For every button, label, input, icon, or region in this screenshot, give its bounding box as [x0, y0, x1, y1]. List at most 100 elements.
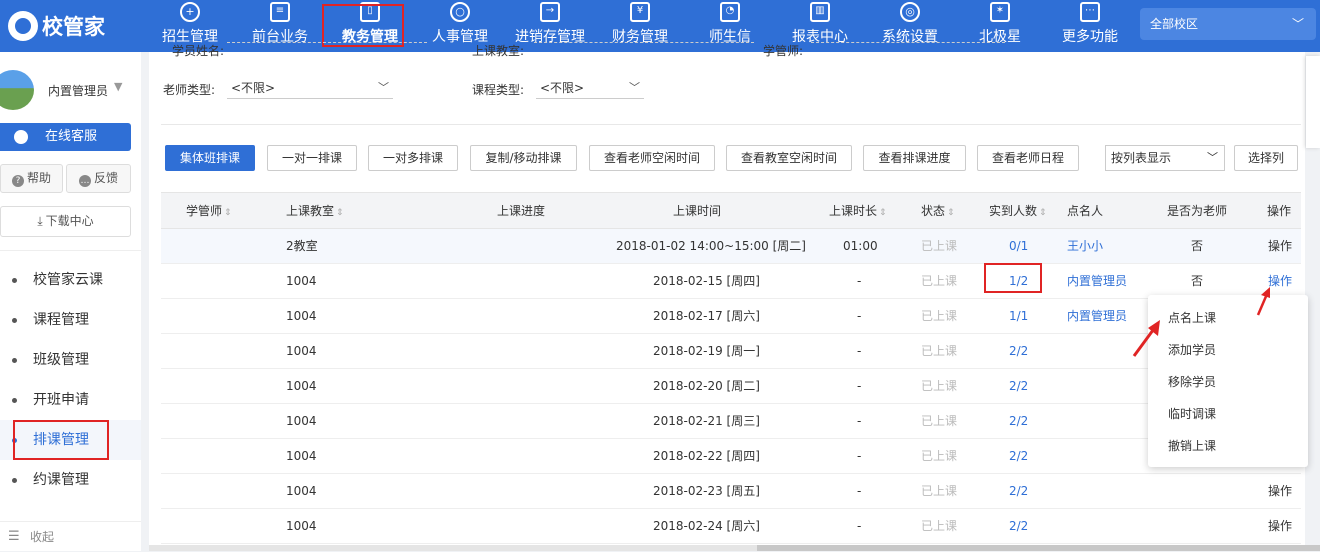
- scrollbar-thumb[interactable]: [757, 545, 1320, 551]
- table-row[interactable]: 2教室 2018-01-02 14:00~15:00 [周二] 01:00 已上课 0/…: [161, 229, 1301, 264]
- cell-attendance[interactable]: 2/2: [1009, 404, 1028, 439]
- divider: [161, 124, 1301, 125]
- sidebar-menu-item[interactable]: 课程管理: [0, 300, 141, 340]
- cell-action-button[interactable]: 操作: [1268, 474, 1292, 509]
- download-label: 下载中心: [45, 214, 94, 228]
- cell-classroom: 1004: [286, 344, 317, 358]
- sort-icon[interactable]: ⇕: [879, 208, 887, 218]
- action-menu-item[interactable]: 添加学员: [1148, 334, 1308, 366]
- teacher-type-select[interactable]: <不限> ﹀: [227, 77, 393, 99]
- user-profile[interactable]: 内置管理员 ▼: [0, 70, 141, 110]
- table-row[interactable]: 1004 2018-02-20 [周二] - 已上课 2/2: [161, 369, 1301, 404]
- cell-duration: -: [857, 519, 862, 533]
- cell-attendance[interactable]: 2/2: [1009, 509, 1028, 544]
- sidebar-menu-label: 班级管理: [33, 352, 89, 368]
- cell-class-time: 2018-02-24 [周六]: [653, 519, 760, 533]
- cell-attendance[interactable]: 2/2: [1009, 334, 1028, 369]
- bullet-icon: [12, 318, 17, 323]
- action-menu-item[interactable]: 临时调课: [1148, 398, 1308, 430]
- cell-class-time: 2018-02-17 [周六]: [653, 309, 760, 323]
- toolbar-button[interactable]: 一对一排课: [267, 145, 357, 171]
- cell-classroom: 1004: [286, 414, 317, 428]
- cell-attendance[interactable]: 0/1: [1009, 229, 1028, 264]
- cell-class-time: 2018-02-21 [周三]: [653, 414, 760, 428]
- table-row[interactable]: 1004 2018-02-22 [周四] - 已上课 2/2: [161, 439, 1301, 474]
- sort-icon[interactable]: ⇕: [947, 208, 955, 218]
- table-row[interactable]: 1004 2018-02-15 [周四] - 已上课 1/2 内置管理员否操作: [161, 264, 1301, 299]
- cell-attendance[interactable]: 1/1: [1009, 299, 1028, 334]
- view-mode-select[interactable]: 按列表显示 ﹀: [1105, 145, 1225, 171]
- filter-classroom-label: 上课教室:: [472, 44, 525, 58]
- toolbar-button[interactable]: 查看教室空闲时间: [726, 145, 852, 171]
- cell-action-button[interactable]: 操作: [1268, 229, 1292, 264]
- action-menu-item[interactable]: 点名上课: [1148, 302, 1308, 334]
- cell-class-time: 2018-02-23 [周五]: [653, 484, 760, 498]
- choose-columns-button[interactable]: 选择列: [1234, 145, 1298, 171]
- help-button[interactable]: ? 帮助: [0, 164, 63, 193]
- cell-attendance[interactable]: 2/2: [1009, 369, 1028, 404]
- cell-caller[interactable]: 内置管理员: [1067, 299, 1127, 334]
- table-row[interactable]: 1004 2018-02-24 [周六] - 已上课 2/2 操作: [161, 509, 1301, 544]
- cell-duration: -: [857, 449, 862, 463]
- cell-caller[interactable]: 王小小: [1067, 229, 1103, 264]
- download-center-button[interactable]: ⤓ 下载中心: [0, 206, 131, 237]
- cell-action-button[interactable]: 操作: [1268, 509, 1292, 544]
- sidebar-menu-label: 约课管理: [33, 472, 89, 488]
- column-header-label: 操作: [1267, 204, 1292, 218]
- toolbar-button[interactable]: 查看排课进度: [863, 145, 966, 171]
- course-type-select[interactable]: <不限> ﹀: [536, 77, 644, 99]
- table-header: 学管师 ⇕ 上课教室 ⇕ 上课进度 上课时间 上课时长 ⇕ 状态 ⇕ 实到人数 ⇕ 点名人 是否为老师 操作: [161, 192, 1301, 229]
- sidebar-menu-item[interactable]: 班级管理: [0, 340, 141, 380]
- teacher-type-value: <不限>: [231, 81, 276, 95]
- table-row[interactable]: 1004 2018-02-23 [周五] - 已上课 2/2 操作: [161, 474, 1301, 509]
- action-menu-item[interactable]: 撤销上课: [1148, 430, 1308, 462]
- online-service-button[interactable]: 在线客服: [0, 123, 131, 151]
- filter-classroom-input[interactable]: [534, 42, 754, 43]
- column-header[interactable]: 状态 ⇕: [921, 193, 955, 229]
- sidebar-menu-item[interactable]: 约课管理: [0, 460, 141, 500]
- column-header[interactable]: 上课时长 ⇕: [829, 193, 887, 229]
- cell-attendance[interactable]: 2/2: [1009, 474, 1028, 509]
- chat-icon: [14, 130, 28, 144]
- collapse-button[interactable]: ☰ 收起: [0, 521, 141, 551]
- user-name: 内置管理员: [48, 84, 109, 98]
- sidebar-menu-item[interactable]: 校管家云课: [0, 260, 141, 300]
- teacher-type-label: 老师类型:: [163, 83, 216, 97]
- toolbar-button[interactable]: 集体班排课: [165, 145, 255, 171]
- horizontal-scrollbar[interactable]: [149, 545, 1320, 551]
- sort-icon[interactable]: ⇕: [224, 208, 232, 218]
- filter-student-name-input[interactable]: [227, 42, 427, 43]
- filter-manager-input[interactable]: [811, 42, 1005, 43]
- action-menu-item[interactable]: 移除学员: [1148, 366, 1308, 398]
- column-header-label: 点名人: [1067, 204, 1104, 218]
- star-icon: ✶: [990, 2, 1010, 22]
- cell-status: 已上课: [921, 519, 958, 533]
- brand-logo[interactable]: 校管家: [8, 8, 105, 44]
- sidebar-menu-item[interactable]: 开班申请: [0, 380, 141, 420]
- sort-icon[interactable]: ⇕: [1039, 208, 1047, 218]
- feedback-button[interactable]: … 反馈: [66, 164, 131, 193]
- toolbar-button[interactable]: 一对多排课: [368, 145, 458, 171]
- cell-class-time: 2018-02-15 [周四]: [653, 274, 760, 288]
- campus-select-value: 全部校区: [1150, 17, 1199, 31]
- cell-duration: -: [857, 379, 862, 393]
- cell-attendance[interactable]: 2/2: [1009, 439, 1028, 474]
- column-header[interactable]: 学管师 ⇕: [186, 193, 232, 229]
- cell-caller[interactable]: 内置管理员: [1067, 264, 1127, 299]
- main-content: 学员姓名: 上课教室: 学管师: 老师类型: <不限> ﹀ 课程类型: <不限>…: [149, 42, 1305, 551]
- campus-select[interactable]: 全部校区 ﹀: [1140, 8, 1316, 40]
- cell-classroom: 1004: [286, 379, 317, 393]
- toolbar-button[interactable]: 查看老师空闲时间: [589, 145, 715, 171]
- cell-status: 已上课: [921, 309, 958, 323]
- column-header[interactable]: 实到人数 ⇕: [989, 193, 1047, 229]
- feedback-icon: …: [78, 175, 91, 187]
- toolbar-button[interactable]: 查看老师日程: [977, 145, 1079, 171]
- toolbar-button[interactable]: 复制/移动排课: [470, 145, 577, 171]
- column-header[interactable]: 上课教室 ⇕: [286, 193, 344, 229]
- column-header-label: 上课进度: [497, 204, 546, 218]
- side-float-panel[interactable]: [1306, 56, 1320, 148]
- sort-icon[interactable]: ⇕: [336, 208, 344, 218]
- cell-classroom: 2教室: [286, 239, 318, 253]
- table-row[interactable]: 1004 2018-02-21 [周三] - 已上课 2/2: [161, 404, 1301, 439]
- desk-icon: ≡: [270, 2, 290, 22]
